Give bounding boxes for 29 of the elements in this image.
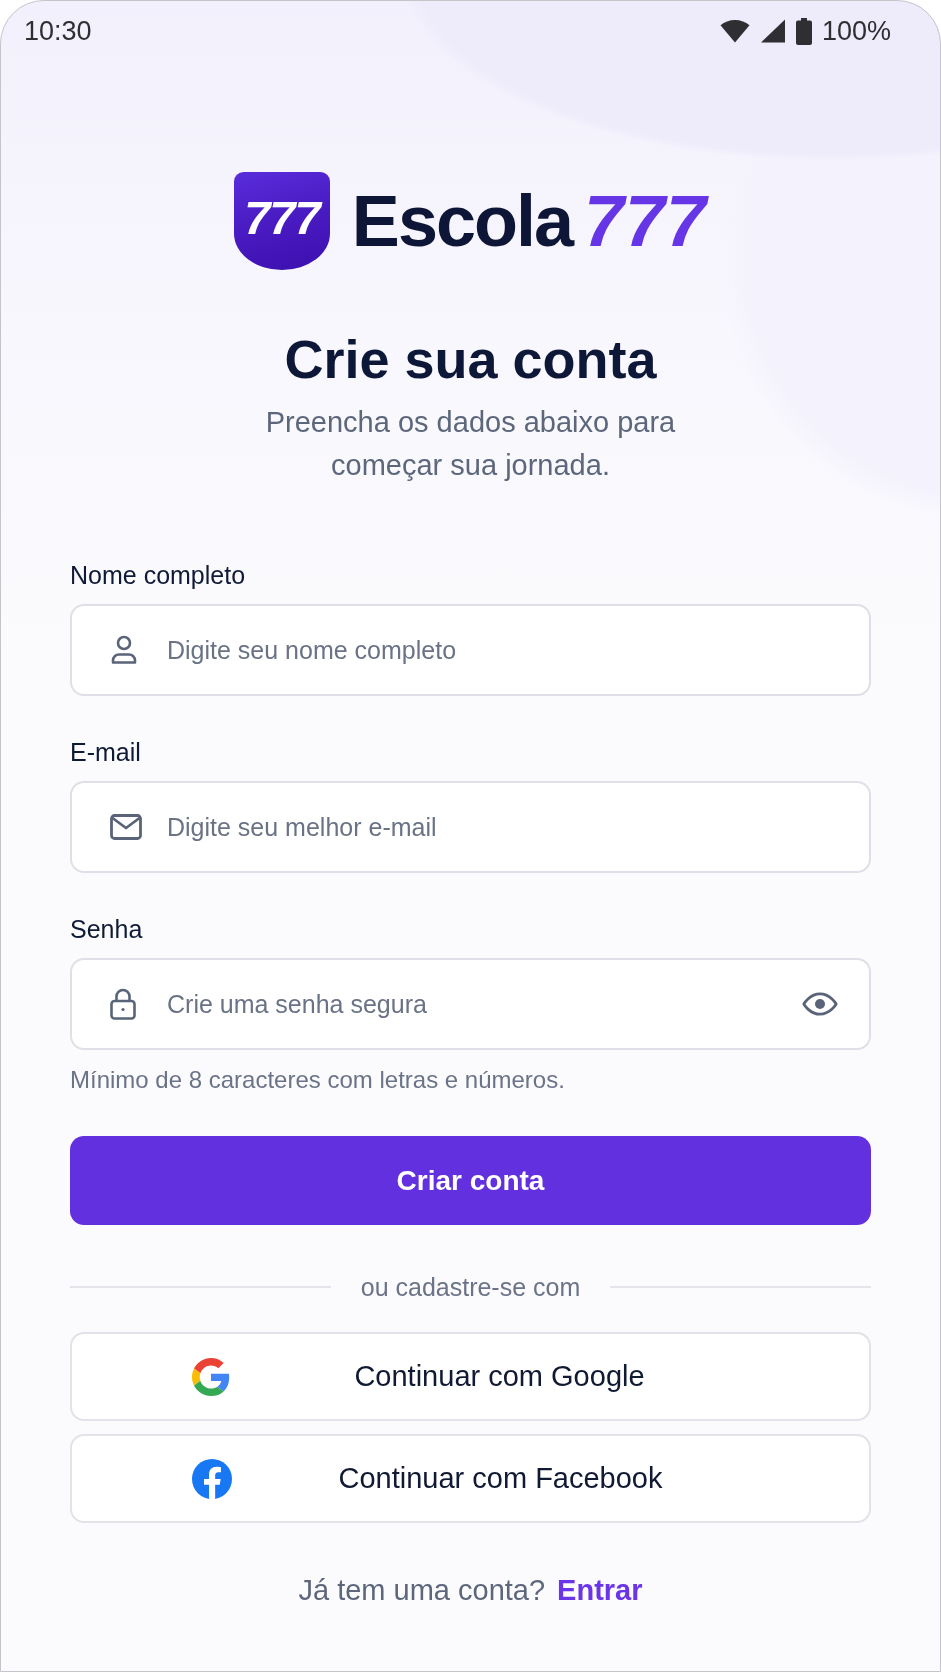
create-account-button[interactable]: Criar conta (70, 1136, 871, 1225)
battery-percentage: 100% (821, 15, 891, 47)
divider-text: ou cadastre-se com (360, 1272, 581, 1302)
google-icon (192, 1357, 230, 1396)
sign-in-link[interactable]: Entrar (557, 1573, 643, 1607)
field-label: Nome completo (70, 560, 246, 590)
brand-number: 777 (584, 180, 708, 263)
status-time: 10:30 (24, 15, 92, 47)
password-hint: Mínimo de 8 caracteres com letras e números. (70, 1066, 565, 1094)
person-icon (110, 635, 138, 665)
facebook-icon (192, 1458, 232, 1499)
battery-icon (795, 17, 812, 45)
eye-icon[interactable] (802, 992, 838, 1016)
name-input[interactable]: Digite seu nome completo (70, 604, 871, 696)
logo-badge: 777 (233, 172, 330, 270)
footer-prompt: Já tem uma conta? (298, 1573, 546, 1607)
mail-icon (110, 814, 142, 840)
wifi-icon (719, 19, 750, 43)
facebook-button[interactable]: Continuar com Facebook (70, 1434, 871, 1523)
lock-icon (110, 988, 136, 1020)
signal-icon (759, 19, 786, 43)
page-title: Crie sua conta (284, 328, 657, 391)
page-subtitle: Preencha os dados abaixo para começar sua jornada. (264, 405, 677, 483)
email-input[interactable]: Digite seu melhor e-mail (70, 781, 871, 873)
field-label: Senha (70, 914, 143, 944)
brand-name: Escola (351, 180, 572, 263)
google-button[interactable]: Continuar com Google (70, 1332, 871, 1421)
password-input[interactable]: Crie uma senha segura (70, 958, 871, 1050)
field-label: E-mail (70, 737, 141, 767)
